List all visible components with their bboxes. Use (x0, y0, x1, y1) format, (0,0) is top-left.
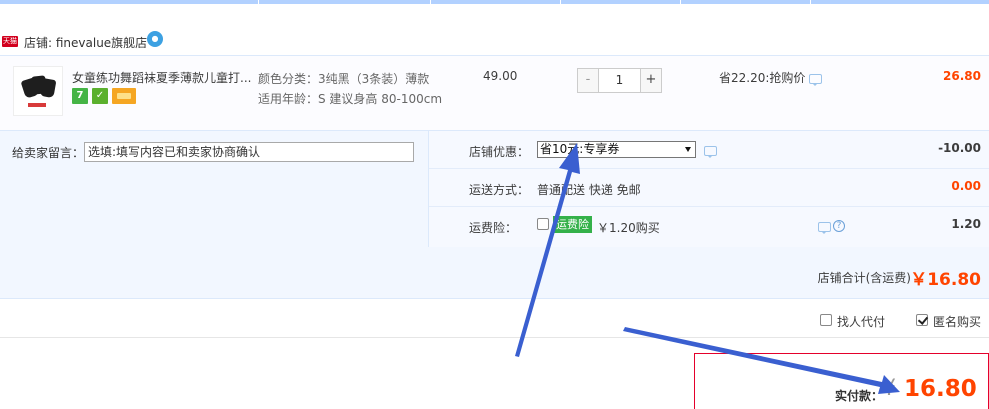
insurance-info-icon[interactable] (818, 222, 831, 234)
sku-age: 适用年龄：S 建议身高 80-100cm (258, 92, 443, 106)
sku-info: 颜色分类：3纯黑（3条装）薄款 适用年龄：S 建议身高 80-100cm (258, 69, 442, 109)
item-subtotal: 26.80 (943, 69, 981, 83)
wangwang-chat-icon[interactable]: ● (147, 31, 163, 47)
card-payment-icon[interactable] (112, 88, 136, 104)
order-item-row: 女童练功舞蹈袜夏季薄款儿童打... 7 ✓ 颜色分类：3纯黑（3条装）薄款 适用… (0, 55, 989, 131)
pay-amount: 16.80 (904, 376, 977, 402)
shop-discount-label: 店铺优惠： (469, 145, 530, 159)
coupon-selected-value: 省10元:专享券 (540, 142, 620, 156)
shop-name-link[interactable]: 店铺: finevalue旗舰店 (24, 34, 147, 51)
shop-discount-row: 店铺优惠： 省10元:专享券 -10.00 (429, 131, 989, 169)
shipping-label: 运送方式： (469, 183, 530, 197)
promo-detail-icon[interactable] (809, 73, 823, 86)
shop-discount-value: -10.00 (938, 141, 981, 155)
decrease-quantity-button[interactable]: - (578, 69, 599, 92)
checkout-options: 找人代付 匿名购买 (0, 300, 989, 338)
shop-header: 天猫 店铺: finevalue旗舰店 ● (0, 28, 989, 54)
chevron-down-icon (685, 147, 691, 152)
insurance-badge: 运费险 (553, 216, 592, 233)
order-extras: 给卖家留言： 选填:填写内容已和卖家协商确认 店铺优惠： 省10元:专享券 -1… (0, 131, 989, 299)
quantity-input[interactable]: 1 (599, 69, 640, 92)
shop-total-label: 店铺合计(含运费) (817, 271, 911, 285)
shipping-value: 0.00 (951, 179, 981, 193)
tmall-badge-icon: 天猫 (2, 36, 18, 47)
pay-label: 实付款： (835, 389, 884, 403)
sku-color: 颜色分类：3纯黑（3条装）薄款 (258, 72, 430, 86)
proxy-pay-label[interactable]: 找人代付 (837, 313, 885, 330)
insurance-value: 1.20 (951, 217, 981, 231)
order-options-panel: 店铺优惠： 省10元:专享券 -10.00 运送方式： 普通配送 快递 免邮 0… (428, 131, 989, 247)
seller-message-label: 给卖家留言： (12, 146, 85, 160)
coupon-info-icon[interactable] (704, 146, 717, 158)
payment-summary: 实付款： ¥ 16.80 (694, 353, 989, 409)
proxy-pay-checkbox[interactable] (820, 314, 832, 326)
pay-currency: ¥ (882, 376, 896, 401)
shop-total-value: ￥16.80 (910, 270, 981, 290)
insurance-label: 运费险： (469, 221, 518, 235)
coupon-select[interactable]: 省10元:专享券 (537, 141, 696, 158)
shipping-method: 普通配送 快递 免邮 (537, 183, 641, 197)
anonymous-checkbox[interactable] (916, 314, 928, 326)
insurance-row: 运费险： 运费险 ￥1.20购买 ? 1.20 (429, 207, 989, 245)
help-icon[interactable]: ? (833, 220, 845, 232)
product-title-link[interactable]: 女童练功舞蹈袜夏季薄款儿童打... (72, 69, 257, 86)
increase-quantity-button[interactable]: + (640, 69, 661, 92)
promo-text: 省22.20:抢购价 (719, 71, 806, 85)
seller-message-input[interactable]: 选填:填写内容已和卖家协商确认 (84, 142, 414, 162)
promo-info: 省22.20:抢购价 (719, 69, 823, 86)
guarantee-icon[interactable]: ✓ (92, 88, 108, 104)
unit-price: 49.00 (483, 69, 518, 83)
top-strip (0, 0, 989, 4)
quantity-stepper: - 1 + (577, 68, 662, 93)
product-thumbnail[interactable] (13, 66, 63, 116)
shipping-row: 运送方式： 普通配送 快递 免邮 0.00 (429, 169, 989, 207)
seven-day-return-icon[interactable]: 7 (72, 88, 88, 104)
anonymous-label[interactable]: 匿名购买 (933, 313, 981, 330)
insurance-price: ￥1.20购买 (597, 221, 660, 235)
insurance-checkbox[interactable] (537, 218, 549, 230)
